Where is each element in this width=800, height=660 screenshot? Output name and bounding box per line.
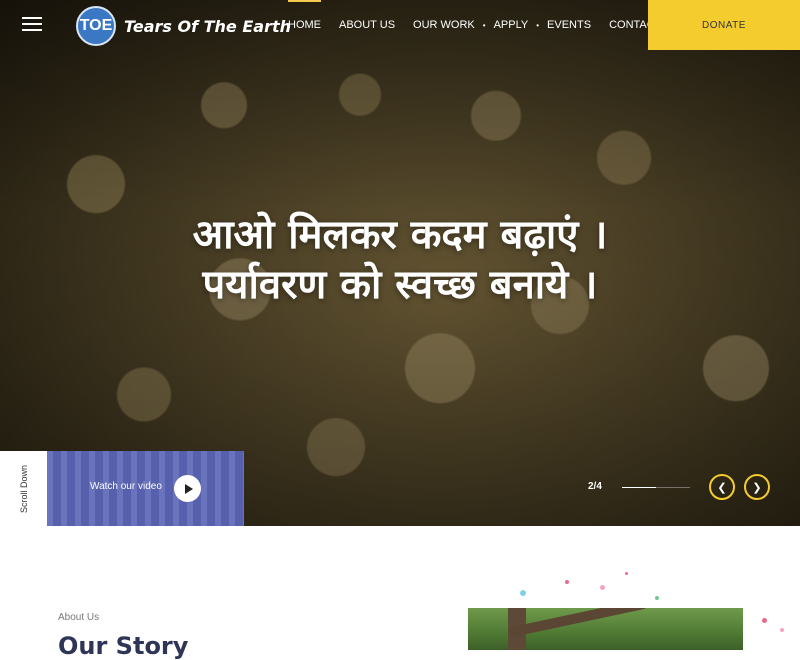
nav-about-us[interactable]: ABOUT US: [339, 0, 395, 50]
nav-apply[interactable]: APPLY: [494, 0, 529, 50]
decorative-splash: [520, 590, 526, 596]
nav-home[interactable]: HOME: [288, 0, 321, 50]
nav-separator-dot: •: [536, 20, 540, 30]
nav-events[interactable]: EVENTS: [547, 0, 591, 50]
decorative-splash: [762, 618, 767, 623]
slide-progress-bar: [622, 487, 690, 488]
scroll-down-button[interactable]: Scroll Down: [0, 451, 47, 526]
decorative-splash: [780, 628, 784, 632]
donate-button[interactable]: DONATE: [648, 0, 800, 50]
play-icon[interactable]: [174, 475, 201, 502]
decorative-splash: [625, 572, 628, 575]
top-navigation-bar: TOE Tears Of The Earth HOME ABOUT US OUR…: [0, 0, 800, 50]
hero-headline: आओ मिलकर कदम बढ़ाएं । पर्यावरण को स्वच्छ…: [0, 210, 800, 310]
main-nav: HOME ABOUT US OUR WORK • APPLY • EVENTS …: [288, 0, 698, 50]
nav-our-work[interactable]: OUR WORK: [413, 0, 475, 50]
hamburger-icon[interactable]: [22, 17, 42, 33]
hero-slider: आओ मिलकर कदम बढ़ाएं । पर्यावरण को स्वच्छ…: [0, 0, 800, 526]
nav-separator-dot: •: [482, 20, 486, 30]
chevron-right-icon[interactable]: ❯: [744, 474, 770, 500]
decorative-splash: [565, 580, 569, 584]
logo-badge: TOE: [76, 6, 116, 46]
slide-progress-fill: [622, 487, 656, 488]
about-eyebrow: About Us: [58, 612, 100, 623]
site-logo[interactable]: TOE Tears Of The Earth: [76, 6, 291, 46]
slide-counter: 2/4: [588, 481, 602, 492]
scroll-down-label: Scroll Down: [18, 464, 29, 513]
decorative-splash: [600, 585, 605, 590]
decorative-splash: [655, 596, 659, 600]
hero-headline-line-2: पर्यावरण को स्वच्छ बनाये ।: [202, 262, 598, 308]
logo-text: Tears Of The Earth: [124, 16, 291, 36]
hero-headline-line-1: आओ मिलकर कदम बढ़ाएं ।: [192, 212, 608, 258]
chevron-left-icon[interactable]: ❮: [709, 474, 735, 500]
about-photo: [468, 608, 743, 650]
about-title: Our Story: [58, 632, 189, 660]
watch-video-panel[interactable]: Watch our video: [47, 451, 244, 526]
watch-video-label: Watch our video: [90, 481, 162, 492]
